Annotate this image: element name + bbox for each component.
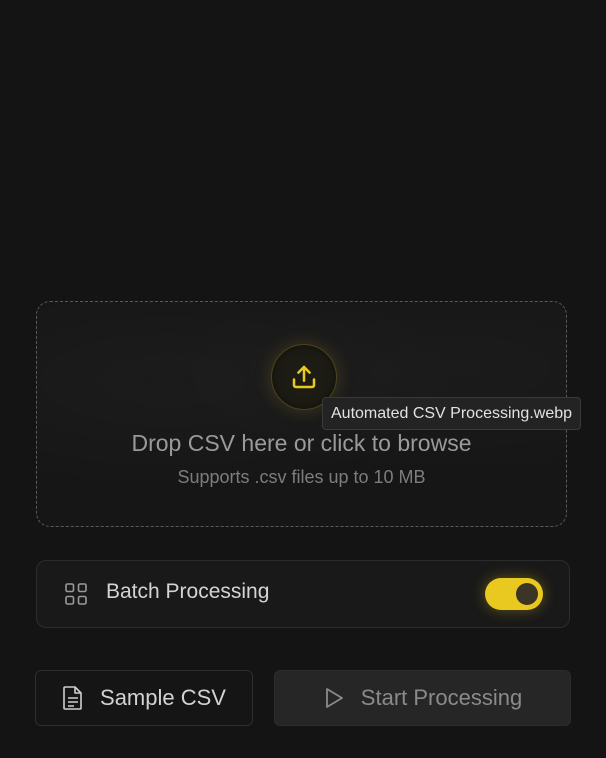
sample-csv-button[interactable]: Sample CSV xyxy=(35,670,253,726)
batch-processing-label: Batch Processing xyxy=(106,580,270,603)
start-processing-button[interactable]: Start Processing xyxy=(274,670,571,726)
dropzone-subtitle: Supports .csv files up to 10 MB xyxy=(177,467,426,487)
start-processing-label: Start Processing xyxy=(360,685,523,710)
dropzone-title: Drop CSV here or click to browse xyxy=(131,430,472,456)
play-icon xyxy=(323,686,345,710)
grid-icon xyxy=(64,582,88,606)
upload-icon xyxy=(289,362,319,392)
toggle-knob xyxy=(516,583,538,605)
batch-processing-toggle[interactable] xyxy=(485,578,543,610)
image-tooltip: Automated CSV Processing.webp xyxy=(322,397,582,430)
sample-csv-label: Sample CSV xyxy=(100,685,226,710)
file-icon xyxy=(62,685,84,711)
